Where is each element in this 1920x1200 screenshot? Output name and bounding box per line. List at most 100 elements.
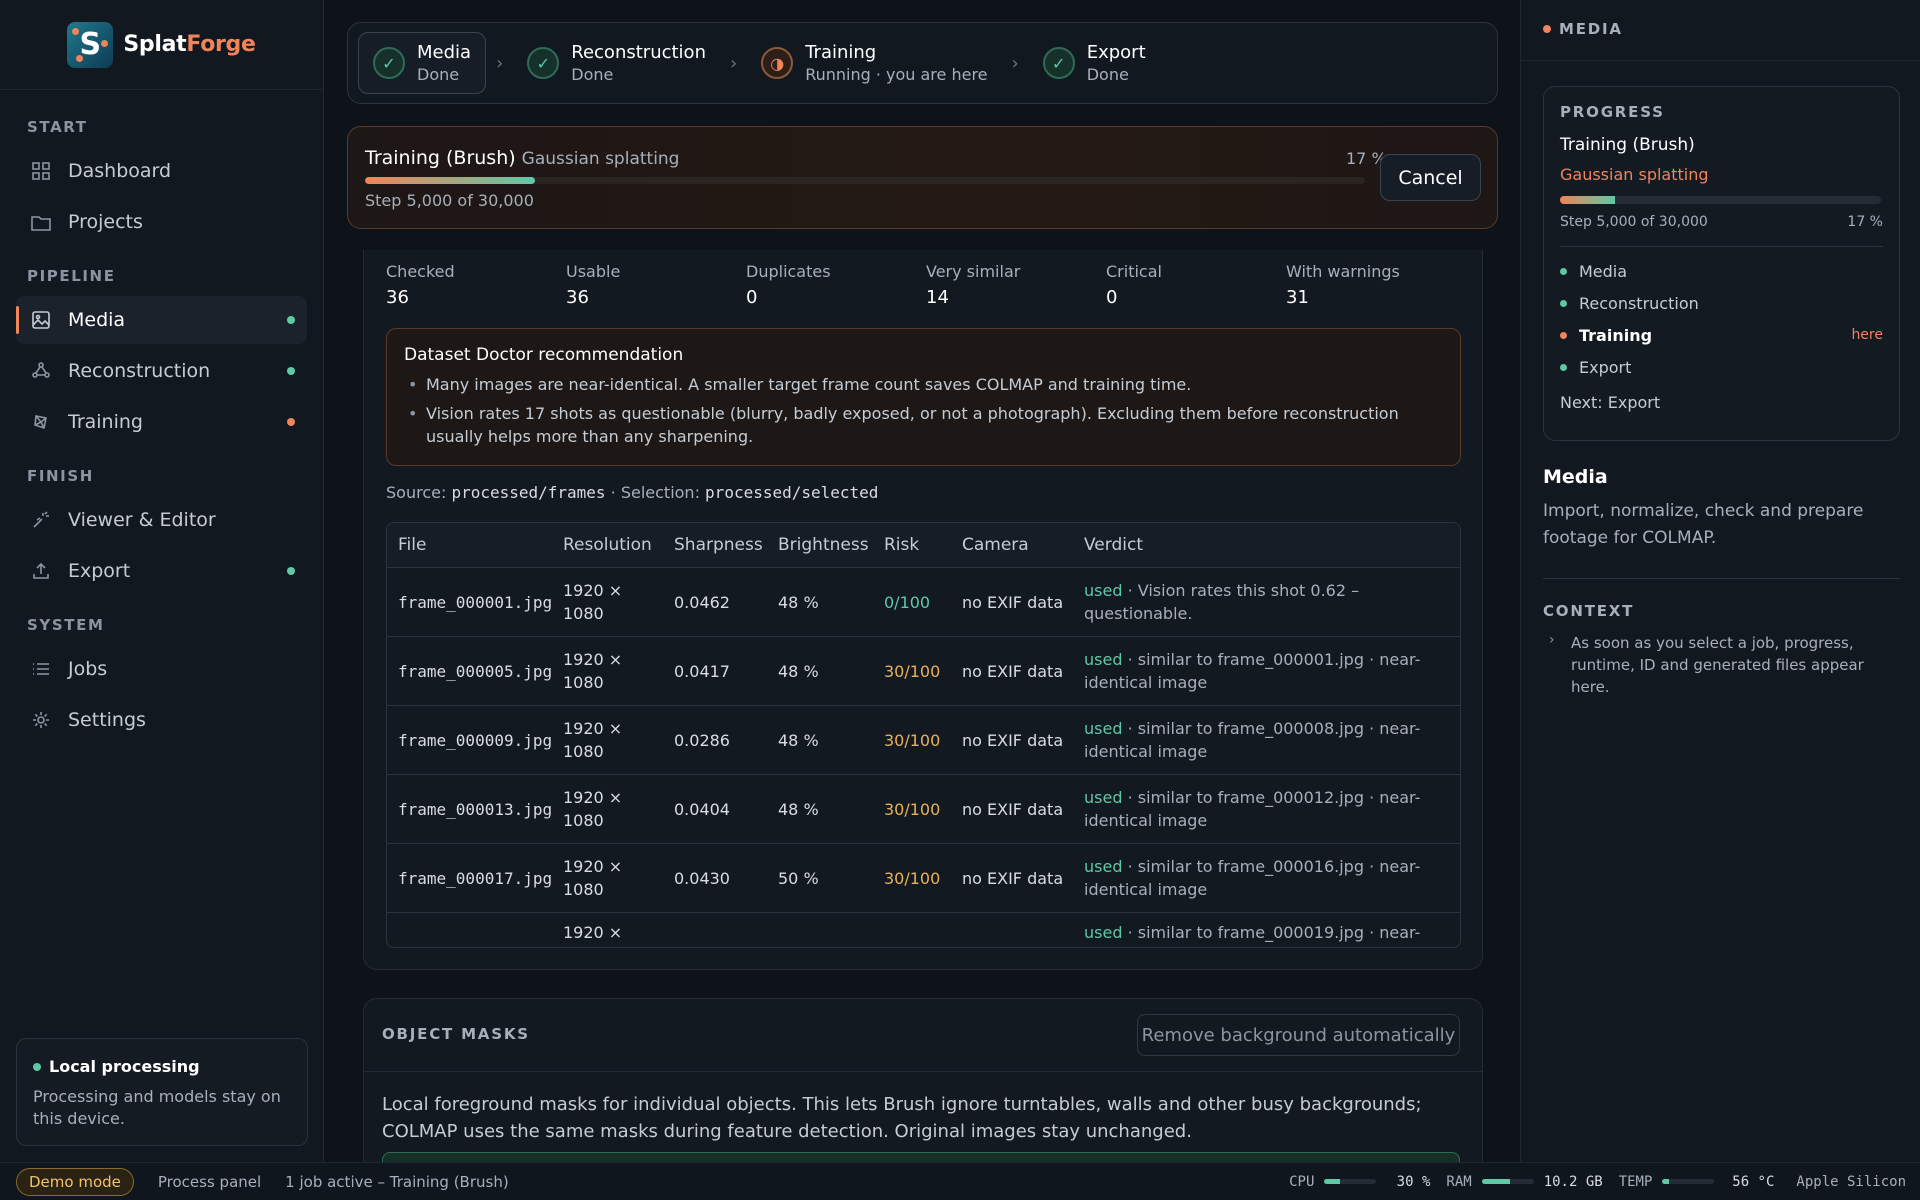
- step-training[interactable]: ◑ Training Running · you are here: [747, 32, 1001, 94]
- column-header[interactable]: Camera: [962, 535, 1084, 555]
- stat-very-similar: Very similar 14: [926, 262, 1021, 308]
- cell-camera: no EXIF data: [962, 868, 1064, 888]
- job-subtitle: Gaussian splatting: [521, 149, 680, 169]
- stat-critical: Critical 0: [1106, 262, 1162, 308]
- job-subtitle: Gaussian splatting: [1560, 165, 1709, 184]
- temp-meter: [1662, 1179, 1715, 1184]
- step-title: Media: [417, 42, 472, 63]
- column-header[interactable]: Resolution: [563, 534, 674, 557]
- cell-resolution: 1920 ×: [563, 923, 623, 942]
- job-title: Training (Brush): [1560, 135, 1695, 155]
- training-progress-card: Training (Brush) Gaussian splatting 17 % …: [347, 126, 1498, 229]
- status-dot: [1560, 267, 1567, 275]
- temp-label: TEMP: [1618, 1173, 1653, 1190]
- sidebar-item-settings[interactable]: Settings: [16, 696, 307, 744]
- cell-file: frame_000013.jpg: [398, 799, 553, 819]
- sidebar-item-export[interactable]: Export: [16, 547, 307, 595]
- section-title: Media: [1543, 466, 1608, 488]
- verdict-note: · similar to frame_000019.jpg · near-: [1122, 923, 1421, 942]
- table-row[interactable]: frame_000017.jpg 1920 × 1080 0.0430 50 % 30/1…: [387, 844, 1460, 913]
- context-title: CONTEXT: [1543, 602, 1635, 620]
- step-export[interactable]: ✓ Export Done: [1029, 32, 1160, 94]
- column-header[interactable]: Brightness: [778, 535, 884, 555]
- sidebar-item-training[interactable]: Training: [16, 398, 307, 446]
- doctor-item: Many images are near-identical. A smalle…: [408, 373, 1443, 396]
- table-row[interactable]: frame_000013.jpg 1920 × 1080 0.0404 48 % 30/1…: [387, 775, 1460, 844]
- divider: [1543, 578, 1900, 579]
- step-status: Done: [1086, 65, 1129, 84]
- sidebar-item-dashboard[interactable]: Dashboard: [16, 147, 307, 195]
- panel-title: MEDIA: [1559, 20, 1623, 38]
- sidebar-item-label: Settings: [68, 709, 146, 731]
- table-row[interactable]: 1920 × used · similar to frame_000019.jpg…: [387, 913, 1460, 947]
- pipeline-stepper: ✓ Media Done › ✓ Reconstruction Done › ◑ T…: [347, 22, 1498, 104]
- cpu-label: CPU: [1289, 1173, 1315, 1190]
- table-row[interactable]: frame_000009.jpg 1920 × 1080 0.0286 48 % 30/1…: [387, 706, 1460, 775]
- column-header[interactable]: Sharpness: [674, 535, 778, 555]
- sidebar-item-viewer-editor[interactable]: Viewer & Editor: [16, 496, 307, 544]
- app-logo[interactable]: S SplatForge: [0, 0, 323, 90]
- status-bar: Demo mode Process panel 1 job active – T…: [0, 1162, 1920, 1200]
- cell-risk: 30/100: [884, 730, 941, 750]
- here-label: here: [1851, 327, 1883, 343]
- verdict-note: · similar to frame_000008.jpg · near-ide…: [1084, 719, 1421, 761]
- progress-bar: [1560, 196, 1881, 204]
- masks-description: Local foreground masks for individual ob…: [382, 1094, 1422, 1142]
- dataset-panel: Checked 36 Usable 36 Duplicates 0 Very simi…: [363, 250, 1483, 970]
- stat-checked: Checked 36: [386, 262, 455, 308]
- column-header[interactable]: File: [387, 535, 563, 555]
- table-row[interactable]: frame_000001.jpg 1920 × 1080 0.0462 48 % 0/10…: [387, 568, 1460, 637]
- gear-icon: [30, 709, 52, 731]
- verdict-status: used: [1084, 719, 1123, 738]
- wand-icon: [30, 509, 52, 531]
- section-start: START: [27, 118, 88, 136]
- status-dot: [287, 567, 295, 575]
- logo-icon: S: [67, 21, 114, 68]
- doctor-item: Vision rates 17 shots as questionable (b…: [408, 402, 1443, 448]
- nodes-icon: [30, 360, 52, 382]
- sidebar-item-label: Jobs: [68, 658, 108, 680]
- divider: [364, 1071, 1482, 1072]
- doctor-title: Dataset Doctor recommendation: [404, 345, 684, 365]
- sidebar-item-jobs[interactable]: Jobs: [16, 645, 307, 693]
- sidebar-item-label: Export: [68, 560, 131, 582]
- progress-step: Step 5,000 of 30,000: [1560, 214, 1708, 230]
- cell-verdict: used · similar to frame_000001.jpg · nea…: [1084, 648, 1444, 694]
- status-dot: [1560, 363, 1567, 371]
- status-dot: [287, 418, 295, 426]
- cell-camera: no EXIF data: [962, 730, 1064, 750]
- cell-brightness: 48 %: [778, 730, 819, 750]
- meter-fill: [1662, 1179, 1669, 1184]
- cell-camera: no EXIF data: [962, 661, 1064, 681]
- progress-card: PROGRESS Training (Brush) Gaussian splat…: [1543, 86, 1900, 441]
- step-media[interactable]: ✓ Media Done: [358, 32, 487, 94]
- sidebar-item-reconstruction[interactable]: Reconstruction: [16, 347, 307, 395]
- chip-label: Apple Silicon: [1796, 1173, 1906, 1190]
- sidebar-item-label: Viewer & Editor: [68, 509, 216, 531]
- table-row[interactable]: frame_000005.jpg 1920 × 1080 0.0417 48 % 30/1…: [387, 637, 1460, 706]
- half-circle-icon: ◑: [761, 47, 794, 79]
- cell-verdict: used · similar to frame_000019.jpg · nea…: [1084, 921, 1444, 944]
- status-dot: [287, 316, 295, 324]
- cell-file: frame_000001.jpg: [398, 592, 553, 612]
- sidebar-item-projects[interactable]: Projects: [16, 198, 307, 246]
- cell-brightness: 50 %: [778, 868, 819, 888]
- step-reconstruction[interactable]: ✓ Reconstruction Done: [513, 32, 720, 94]
- remove-background-button[interactable]: Remove background automatically: [1137, 1014, 1460, 1056]
- column-header[interactable]: Risk: [884, 535, 962, 555]
- divider: [1521, 60, 1920, 61]
- column-header[interactable]: Verdict: [1084, 534, 1444, 557]
- sidebar-item-media[interactable]: Media: [16, 296, 307, 344]
- cell-brightness: 48 %: [778, 592, 819, 612]
- progress-fill: [1560, 196, 1615, 204]
- verdict-note: · similar to frame_000012.jpg · near-ide…: [1084, 788, 1421, 830]
- cancel-button[interactable]: Cancel: [1380, 154, 1481, 201]
- demo-mode-badge[interactable]: Demo mode: [16, 1167, 134, 1196]
- ram-meter: [1481, 1179, 1534, 1184]
- active-jobs: 1 job active – Training (Brush): [285, 1172, 509, 1191]
- chevron-right-icon[interactable]: ›: [1549, 632, 1555, 648]
- verdict-note: · similar to frame_000016.jpg · near-ide…: [1084, 857, 1421, 899]
- step-title: Reconstruction: [571, 42, 706, 63]
- process-panel-link[interactable]: Process panel: [158, 1173, 261, 1191]
- progress-step: Step 5,000 of 30,000: [365, 191, 534, 210]
